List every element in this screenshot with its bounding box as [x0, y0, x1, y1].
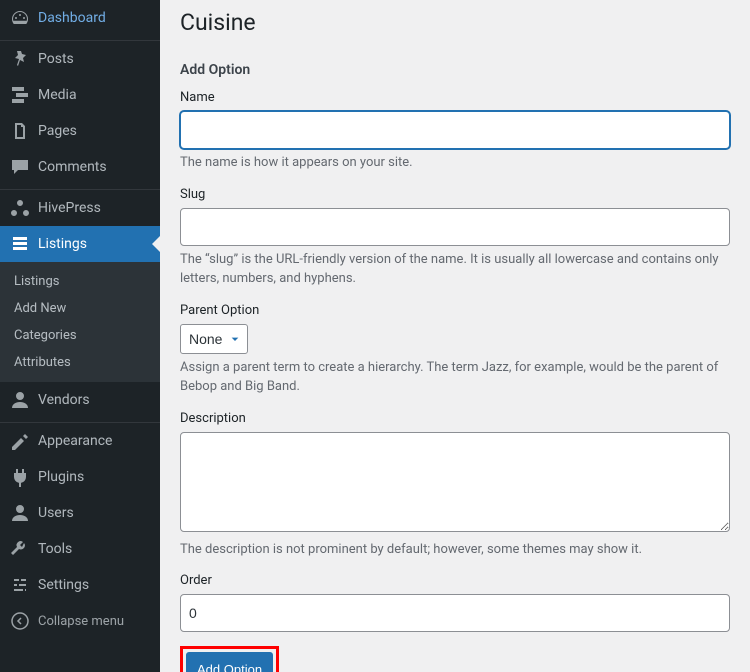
- form-group-slug: Slug The “slug” is the URL-friendly vers…: [180, 187, 730, 289]
- sidebar-item-hivepress[interactable]: HivePress: [0, 190, 160, 226]
- media-icon: [10, 85, 30, 105]
- collapse-menu-button[interactable]: Collapse menu: [0, 603, 160, 639]
- submenu-item-categories[interactable]: Categories: [0, 322, 160, 349]
- form-group-parent: Parent Option None Assign a parent term …: [180, 303, 730, 397]
- form-group-name: Name The name is how it appears on your …: [180, 90, 730, 173]
- sidebar-item-label: Tools: [38, 541, 72, 557]
- page-icon: [10, 121, 30, 141]
- pin-icon: [10, 49, 30, 69]
- sidebar-item-label: Appearance: [38, 433, 112, 449]
- order-input[interactable]: [180, 594, 730, 632]
- listings-icon: [10, 234, 30, 254]
- add-option-button[interactable]: Add Option: [186, 652, 273, 672]
- sidebar-item-settings[interactable]: Settings: [0, 567, 160, 603]
- plugin-icon: [10, 467, 30, 487]
- sidebar-item-pages[interactable]: Pages: [0, 113, 160, 149]
- sidebar-item-label: Comments: [38, 159, 107, 175]
- name-help: The name is how it appears on your site.: [180, 153, 730, 173]
- sidebar-item-label: Plugins: [38, 469, 84, 485]
- sidebar-item-vendors[interactable]: Vendors: [0, 382, 160, 418]
- sidebar-item-label: Posts: [38, 51, 74, 67]
- parent-label: Parent Option: [180, 303, 730, 318]
- highlight-box: Add Option: [180, 646, 279, 672]
- order-label: Order: [180, 573, 730, 588]
- submenu-item-add-new[interactable]: Add New: [0, 295, 160, 322]
- collapse-menu-label: Collapse menu: [38, 614, 124, 629]
- slug-input[interactable]: [180, 208, 730, 246]
- description-help: The description is not prominent by defa…: [180, 540, 730, 560]
- sidebar-item-tools[interactable]: Tools: [0, 531, 160, 567]
- main-content: Cuisine Add Option Name The name is how …: [160, 0, 750, 672]
- sidebar-submenu: Listings Add New Categories Attributes: [0, 262, 160, 382]
- parent-select[interactable]: None: [180, 324, 248, 354]
- slug-help: The “slug” is the URL-friendly version o…: [180, 250, 730, 289]
- sidebar-item-label: Users: [38, 505, 74, 521]
- sidebar-item-appearance[interactable]: Appearance: [0, 423, 160, 459]
- comment-icon: [10, 157, 30, 177]
- sidebar-item-label: HivePress: [38, 200, 101, 216]
- settings-icon: [10, 575, 30, 595]
- parent-help: Assign a parent term to create a hierarc…: [180, 358, 730, 397]
- description-textarea[interactable]: [180, 432, 730, 532]
- sidebar-item-posts[interactable]: Posts: [0, 41, 160, 77]
- form-group-order: Order: [180, 573, 730, 632]
- sidebar-item-media[interactable]: Media: [0, 77, 160, 113]
- sidebar-item-label: Settings: [38, 577, 89, 593]
- submenu-item-attributes[interactable]: Attributes: [0, 349, 160, 376]
- collapse-icon: [10, 611, 30, 631]
- page-title: Cuisine: [180, 0, 730, 50]
- slug-label: Slug: [180, 187, 730, 202]
- sidebar-item-label: Pages: [38, 123, 77, 139]
- vendor-icon: [10, 390, 30, 410]
- sidebar-item-users[interactable]: Users: [0, 495, 160, 531]
- user-icon: [10, 503, 30, 523]
- submenu-item-listings[interactable]: Listings: [0, 268, 160, 295]
- sidebar-item-dashboard[interactable]: Dashboard: [0, 0, 160, 36]
- sidebar-item-comments[interactable]: Comments: [0, 149, 160, 185]
- sidebar-item-label: Vendors: [38, 392, 90, 408]
- sidebar-item-label: Media: [38, 87, 77, 103]
- hivepress-icon: [10, 198, 30, 218]
- form-section-title: Add Option: [180, 62, 730, 78]
- sidebar-item-label: Listings: [38, 236, 87, 252]
- dashboard-icon: [10, 8, 30, 28]
- admin-sidebar: Dashboard Posts Media Pages Comments Hiv…: [0, 0, 160, 672]
- sidebar-item-label: Dashboard: [38, 10, 106, 26]
- sidebar-item-plugins[interactable]: Plugins: [0, 459, 160, 495]
- name-input[interactable]: [180, 111, 730, 149]
- form-group-description: Description The description is not promi…: [180, 411, 730, 560]
- appearance-icon: [10, 431, 30, 451]
- name-label: Name: [180, 90, 730, 105]
- description-label: Description: [180, 411, 730, 426]
- sidebar-item-listings[interactable]: Listings: [0, 226, 160, 262]
- tools-icon: [10, 539, 30, 559]
